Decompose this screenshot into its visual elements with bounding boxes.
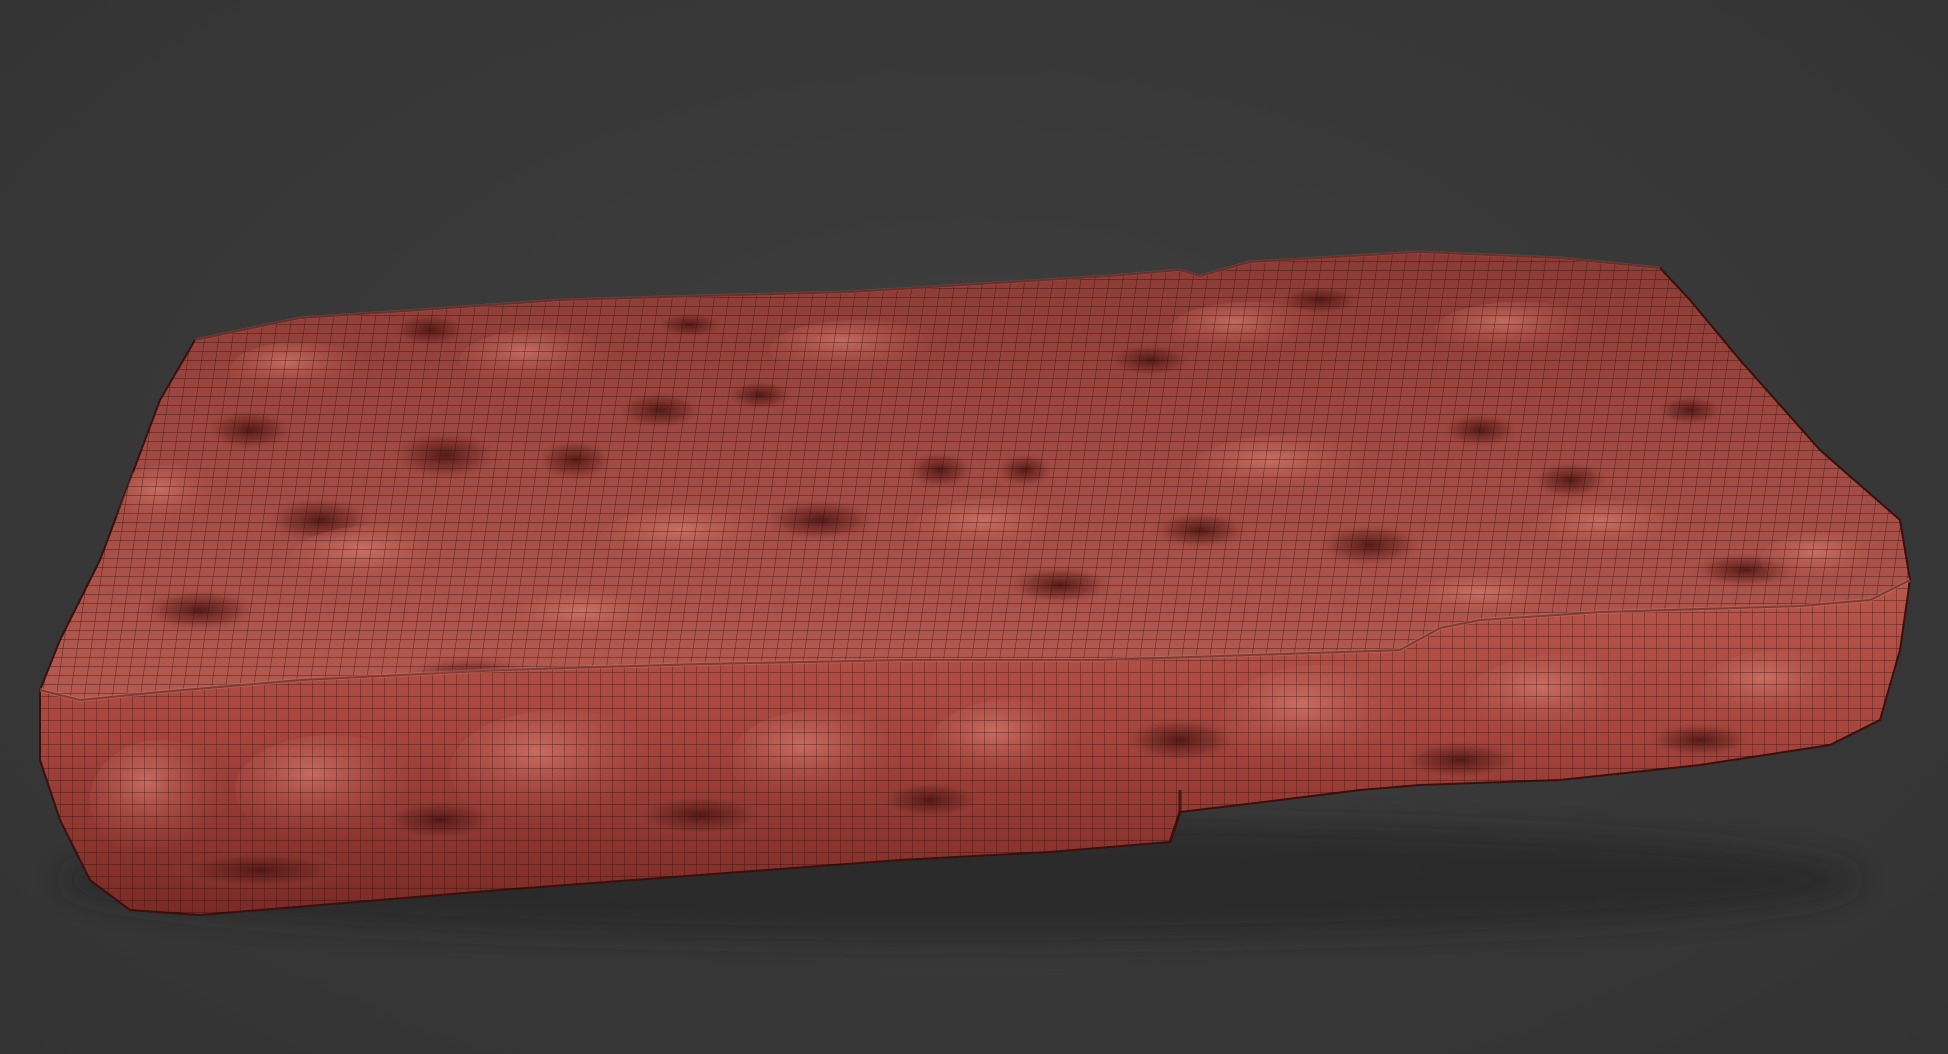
sculpt-mesh-canvas[interactable] (0, 0, 1948, 1054)
3d-viewport[interactable] (0, 0, 1948, 1054)
